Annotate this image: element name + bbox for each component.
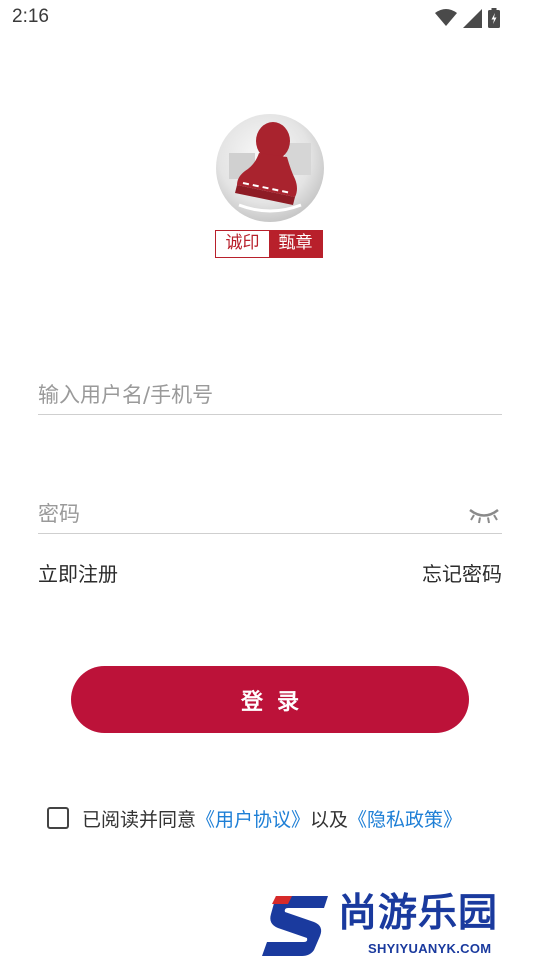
register-link[interactable]: 立即注册 [38, 558, 118, 587]
watermark-name: 尚游乐园 [338, 891, 499, 936]
logo-badge-right: 甄章 [269, 231, 322, 257]
logo-badge: 诚印 甄章 [215, 230, 323, 258]
logo-badge-left: 诚印 [216, 231, 269, 257]
app-logo: 诚印 甄章 [214, 113, 326, 263]
login-button[interactable]: 登录 [71, 666, 469, 733]
watermark-url: SHYIYUANYK.COM [368, 941, 492, 956]
username-field [38, 378, 502, 415]
status-bar: 2:16 [0, 0, 540, 38]
password-field [38, 497, 502, 534]
privacy-policy-link[interactable]: 《隐私政策》 [348, 805, 462, 832]
agreement-row: 已阅读并同意 《用户协议》 以及 《隐私政策》 [47, 804, 462, 832]
seal-stamp-icon [216, 114, 324, 222]
forgot-password-link[interactable]: 忘记密码 [422, 558, 502, 587]
status-icons [435, 8, 500, 28]
wifi-icon [435, 9, 457, 26]
watermark-s-logo-icon [262, 896, 328, 956]
password-input[interactable] [38, 497, 458, 531]
watermark: 尚游乐园 SHYIYUANYK.COM [258, 890, 540, 960]
eye-closed-icon[interactable] [468, 505, 500, 525]
agreement-connector: 以及 [310, 808, 349, 831]
battery-charging-icon [488, 8, 500, 28]
signal-icon [463, 8, 482, 28]
agreement-checkbox[interactable] [47, 807, 69, 829]
username-input[interactable] [38, 378, 502, 412]
status-time: 2:16 [12, 6, 49, 27]
agreement-prefix: 已阅读并同意 [82, 808, 197, 831]
user-agreement-link[interactable]: 《用户协议》 [196, 805, 310, 832]
